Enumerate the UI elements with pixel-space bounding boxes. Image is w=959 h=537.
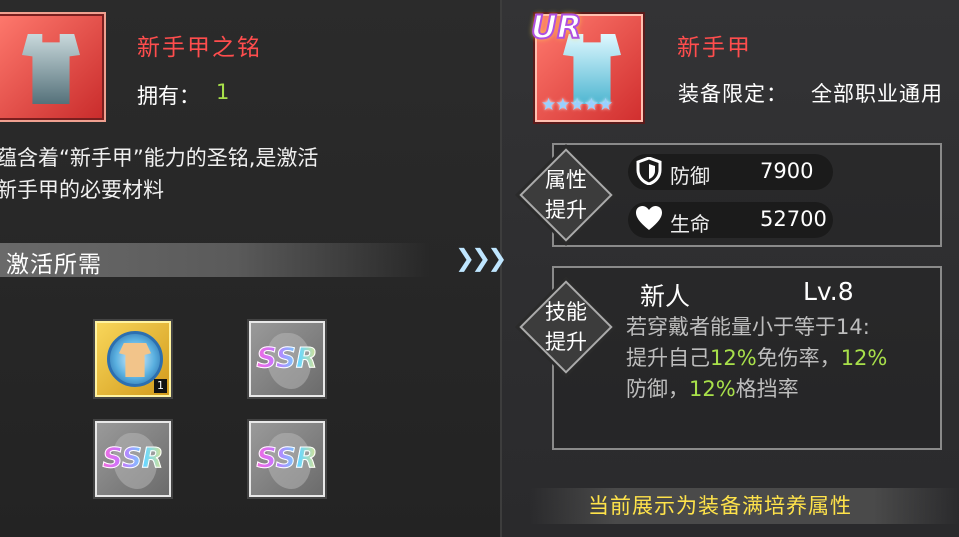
skill-text: 免伤率， — [756, 346, 841, 370]
label-line: 提升 — [545, 330, 587, 354]
stat-row: 防御 7900 — [628, 154, 833, 190]
stat-value: 52700 — [760, 207, 827, 231]
restriction-value: 全部职业通用 — [811, 82, 943, 106]
label-line: 技能 — [545, 300, 587, 324]
footer-note: 当前展示为装备满培养属性 — [588, 494, 852, 518]
restriction-label: 装备限定： — [678, 82, 788, 106]
chevron-right-icon: ❯❯❯ — [455, 244, 507, 272]
equipment-title: 新手甲 — [677, 35, 752, 61]
stat-row: 生命 52700 — [628, 202, 833, 238]
skill-line: 防御，12%格挡率 — [626, 374, 938, 405]
description-line: 蕴含着“新手甲”能力的圣铭,是激活 — [0, 146, 319, 170]
own-label: 拥有： — [137, 84, 200, 108]
skill-line: 若穿戴者能量小于等于14: — [626, 315, 870, 339]
shield-icon — [634, 156, 664, 187]
attribute-section-label: 属性 提升 — [531, 165, 601, 225]
stat-name: 生命 — [670, 212, 710, 236]
ssr-label: SSR — [97, 441, 169, 475]
skill-value: 12% — [710, 346, 757, 370]
slot-count: 1 — [154, 379, 167, 393]
skill-line: 提升自己12%免伤率，12% — [626, 343, 938, 374]
heart-icon — [634, 205, 664, 235]
skill-text: 提升自己 — [626, 346, 710, 370]
ssr-label: SSR — [251, 341, 323, 375]
star-rating: ★★★★★ — [541, 95, 613, 115]
requirement-slot-ssr[interactable]: SSR — [249, 321, 325, 397]
skill-section-label: 技能 提升 — [531, 297, 601, 357]
skill-description: 若穿戴者能量小于等于14: 提升自己12%免伤率，12% 防御，12%格挡率 — [626, 312, 938, 405]
skill-text: 防御， — [626, 377, 689, 401]
requirement-slot-ssr[interactable]: SSR — [95, 421, 171, 497]
label-line: 属性 — [545, 168, 587, 192]
material-icon — [0, 12, 106, 122]
own-count: 1 — [216, 80, 230, 104]
requirement-slot-medal[interactable]: 1 — [95, 321, 171, 397]
skill-level: Lv.8 — [803, 277, 854, 306]
material-description: 蕴含着“新手甲”能力的圣铭,是激活 新手甲的必要材料 — [0, 142, 416, 206]
stat-value: 7900 — [760, 159, 814, 183]
requirement-slot-ssr[interactable]: SSR — [249, 421, 325, 497]
ssr-label: SSR — [251, 441, 323, 475]
armor-icon — [22, 34, 80, 104]
label-line: 提升 — [545, 198, 587, 222]
stat-name: 防御 — [670, 164, 710, 188]
requirement-label: 激活所需 — [6, 252, 102, 278]
skill-value: 12% — [840, 346, 888, 370]
skill-value: 12% — [689, 377, 736, 401]
skill-text: 格挡率 — [735, 377, 799, 401]
description-line: 新手甲的必要材料 — [0, 178, 164, 202]
skill-name: 新人 — [640, 282, 691, 311]
rarity-badge: UR — [530, 7, 583, 47]
material-title: 新手甲之铭 — [137, 35, 262, 61]
